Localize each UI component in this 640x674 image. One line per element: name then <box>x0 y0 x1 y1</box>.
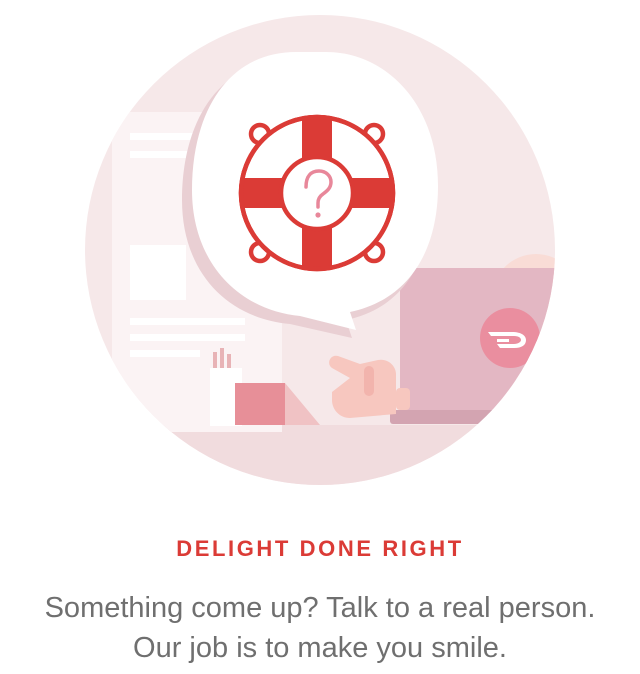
lifebuoy-icon <box>238 114 396 272</box>
feature-card: DELIGHT DONE RIGHT Something come up? Ta… <box>0 0 640 674</box>
support-illustration <box>60 0 580 500</box>
doordash-logo-icon <box>480 308 540 368</box>
feature-heading: DELIGHT DONE RIGHT <box>176 536 464 561</box>
feature-description: Something come up? Talk to a real person… <box>44 592 596 664</box>
desk-surface <box>85 425 555 485</box>
